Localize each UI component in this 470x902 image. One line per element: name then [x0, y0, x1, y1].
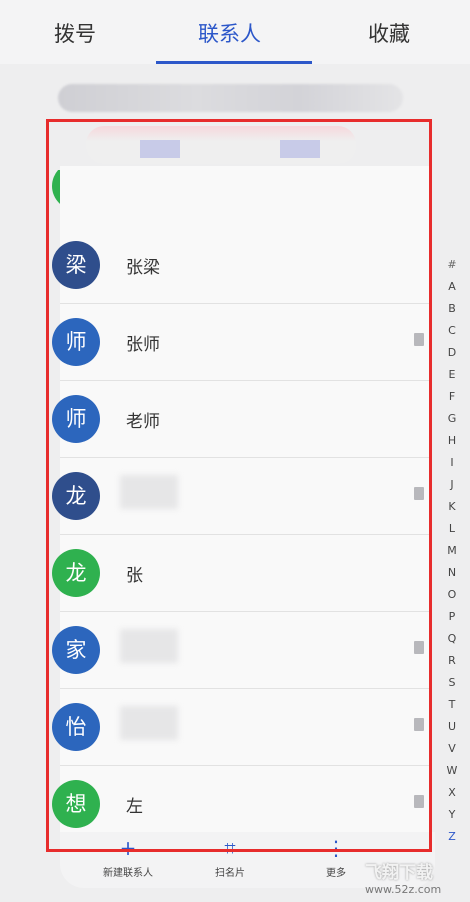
index-letter[interactable]: Y — [444, 804, 460, 826]
index-letter[interactable]: J — [444, 474, 460, 496]
index-letter[interactable]: W — [444, 760, 460, 782]
index-letter[interactable]: N — [444, 562, 460, 584]
index-letter[interactable]: F — [444, 386, 460, 408]
tab-contacts[interactable]: 联系人 — [198, 18, 261, 48]
index-letter[interactable]: Z — [444, 826, 460, 848]
index-letter[interactable]: M — [444, 540, 460, 562]
index-letter[interactable]: L — [444, 518, 460, 540]
index-letter[interactable]: S — [444, 672, 460, 694]
index-letter[interactable]: C — [444, 320, 460, 342]
tab-bar: 拨号 联系人 收藏 — [0, 0, 470, 64]
watermark: 飞翔下载 www.52z.com — [365, 858, 465, 896]
index-letter[interactable]: E — [444, 364, 460, 386]
more-label: 更多 — [326, 868, 346, 879]
index-letter[interactable]: R — [444, 650, 460, 672]
index-letter[interactable]: H — [444, 430, 460, 452]
tab-dialer[interactable]: 拨号 — [54, 18, 96, 48]
index-letter[interactable]: Q — [444, 628, 460, 650]
tab-favorites[interactable]: 收藏 — [368, 18, 410, 48]
index-letter[interactable]: T — [444, 694, 460, 716]
search-input[interactable] — [58, 84, 403, 112]
index-letter[interactable]: P — [444, 606, 460, 628]
index-letter[interactable]: A — [444, 276, 460, 298]
index-letter[interactable]: O — [444, 584, 460, 606]
scan-card-label: 扫名片 — [215, 868, 245, 879]
alphabet-index[interactable]: # A B C D E F G H I J K L M N O P Q R S … — [444, 254, 460, 848]
index-letter[interactable]: V — [444, 738, 460, 760]
index-letter[interactable]: # — [444, 254, 460, 276]
index-letter[interactable]: I — [444, 452, 460, 474]
index-letter[interactable]: G — [444, 408, 460, 430]
watermark-url: www.52z.com — [365, 883, 442, 896]
tab-indicator — [156, 61, 312, 64]
new-contact-label: 新建联系人 — [103, 868, 153, 879]
watermark-title: 飞翔下载 — [365, 863, 433, 883]
index-letter[interactable]: U — [444, 716, 460, 738]
index-letter[interactable]: X — [444, 782, 460, 804]
index-letter[interactable]: D — [444, 342, 460, 364]
highlight-box — [46, 119, 432, 852]
index-letter[interactable]: B — [444, 298, 460, 320]
index-letter[interactable]: K — [444, 496, 460, 518]
